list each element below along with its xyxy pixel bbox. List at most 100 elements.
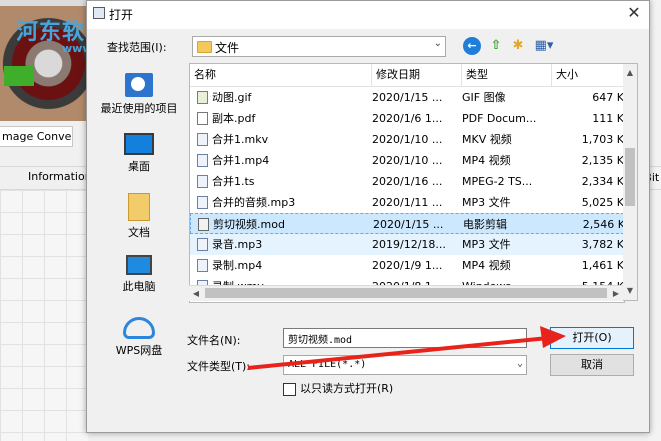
up-folder-icon[interactable]: ⇧: [487, 37, 505, 55]
file-name: 录音.mp3: [212, 238, 263, 251]
filetype-dropdown[interactable]: ALL FILE(*.*) ⌄: [283, 355, 527, 375]
place-wps-drive[interactable]: WPS网盘: [91, 317, 187, 358]
file-name: 合并1.mp4: [212, 154, 270, 167]
file-row[interactable]: 合并1.ts 2020/1/16 ... MPEG-2 TS... 2,334 K: [190, 171, 624, 192]
file-icon: [197, 112, 208, 125]
cancel-button[interactable]: 取消: [550, 354, 634, 376]
file-row[interactable]: 录音.mp3 2019/12/18... MP3 文件 3,782 K: [190, 234, 624, 255]
file-row[interactable]: 动图.gif 2020/1/15 ... GIF 图像 647 K: [190, 87, 624, 108]
place-label: 最近使用的项目: [100, 102, 178, 115]
column-name[interactable]: 名称: [190, 64, 372, 86]
file-date: 2020/1/10 ...: [372, 154, 443, 167]
file-name: 合并的音频.mp3: [212, 196, 296, 209]
horizontal-scrollbar[interactable]: ◀ ▶: [189, 285, 623, 301]
background-grid: [0, 190, 88, 441]
folder-icon: [197, 41, 212, 53]
hscroll-thumb[interactable]: [205, 288, 607, 298]
file-date: 2020/1/15 ...: [372, 91, 443, 104]
file-date: 2020/1/9 1...: [372, 259, 443, 272]
chevron-down-icon: ⌄: [433, 38, 442, 49]
scroll-up-icon[interactable]: ▲: [623, 66, 637, 80]
scroll-down-icon[interactable]: ▼: [623, 284, 637, 298]
dialog-app-icon: [93, 7, 105, 19]
lookin-label: 查找范围(I):: [107, 41, 167, 54]
file-row[interactable]: 录制.mp4 2020/1/9 1... MP4 视频 1,461 K: [190, 255, 624, 276]
file-row[interactable]: 合并1.mkv 2020/1/10 ... MKV 视频 1,703 K: [190, 129, 624, 150]
filename-input[interactable]: 剪切视频.mod: [283, 328, 527, 348]
file-icon: [197, 238, 208, 251]
file-type: MPEG-2 TS...: [462, 175, 533, 188]
file-icon: [197, 154, 208, 167]
filetype-label: 文件类型(T):: [187, 360, 251, 373]
place-label: 此电脑: [122, 280, 156, 293]
file-size: 5,025 K: [581, 196, 624, 209]
open-file-dialog: 打开 ✕ 查找范围(I): 文件 ⌄ ← ⇧ ✱ ▦▾ 最近使用的项目 桌面 文…: [86, 0, 650, 433]
information-column-label: Information: [28, 170, 92, 183]
filename-label: 文件名(N):: [187, 334, 241, 347]
file-row[interactable]: 合并的音频.mp3 2020/1/11 ... MP3 文件 5,025 K: [190, 192, 624, 213]
file-type: GIF 图像: [462, 91, 506, 104]
file-date: 2020/1/11 ...: [372, 196, 443, 209]
place-documents[interactable]: 文档: [91, 193, 187, 240]
place-label: 文档: [128, 226, 150, 239]
file-type: PDF Docum...: [462, 112, 537, 125]
file-name: 动图.gif: [212, 91, 252, 104]
place-desktop[interactable]: 桌面: [91, 133, 187, 174]
desktop-icon: [124, 133, 154, 155]
file-type: MP3 文件: [462, 238, 511, 251]
chevron-down-icon: ⌄: [516, 358, 523, 369]
file-type: MP4 视频: [462, 154, 511, 167]
file-row[interactable]: 剪切视频.mod 2020/1/15 ... 电影剪辑 2,546 K: [190, 213, 624, 234]
place-this-pc[interactable]: 此电脑: [91, 255, 187, 294]
scroll-right-icon[interactable]: ▶: [609, 286, 623, 301]
vertical-scrollbar[interactable]: ▲ ▼: [623, 63, 638, 301]
close-button[interactable]: ✕: [619, 1, 649, 25]
file-icon: [198, 218, 209, 231]
file-list-header: 名称 修改日期 类型 大小: [190, 64, 624, 87]
file-date: 2020/1/10 ...: [372, 133, 443, 146]
back-icon[interactable]: ←: [463, 37, 481, 55]
readonly-label: 以只读方式打开(R): [300, 382, 394, 395]
file-icon: [197, 259, 208, 272]
file-name: 录制.mp4: [212, 259, 263, 272]
column-date[interactable]: 修改日期: [372, 64, 462, 86]
file-type: MP3 文件: [462, 196, 511, 209]
file-size: 2,546 K: [582, 218, 625, 231]
file-name: 副本.pdf: [212, 112, 256, 125]
lookin-dropdown[interactable]: 文件 ⌄: [192, 36, 446, 57]
file-size: 2,334 K: [581, 175, 624, 188]
places-sidebar: 最近使用的项目 桌面 文档 此电脑 WPS网盘: [91, 61, 187, 369]
place-label: 桌面: [128, 160, 150, 173]
file-icon: [197, 175, 208, 188]
file-date: 2019/12/18...: [372, 238, 446, 251]
file-date: 2020/1/15 ...: [373, 218, 444, 231]
file-size: 111 K: [592, 112, 624, 125]
file-row[interactable]: 合并1.mp4 2020/1/10 ... MP4 视频 2,135 K: [190, 150, 624, 171]
scroll-left-icon[interactable]: ◀: [189, 286, 203, 301]
open-button[interactable]: 打开(O): [550, 327, 634, 349]
file-size: 2,135 K: [581, 154, 624, 167]
image-convert-tab[interactable]: mage Convert: [0, 126, 73, 147]
documents-icon: [128, 193, 150, 221]
logo-accent: [4, 66, 34, 86]
file-list[interactable]: 名称 修改日期 类型 大小 动图.gif 2020/1/15 ... GIF 图像 6…: [189, 63, 625, 303]
column-type[interactable]: 类型: [462, 64, 552, 86]
file-size: 1,461 K: [581, 259, 624, 272]
view-menu-icon[interactable]: ▦▾: [533, 37, 555, 55]
file-name: 合并1.mkv: [212, 133, 269, 146]
file-icon: [197, 133, 208, 146]
file-size: 647 K: [592, 91, 624, 104]
column-size[interactable]: 大小: [552, 64, 624, 86]
file-icon: [197, 91, 208, 104]
new-folder-icon[interactable]: ✱: [509, 37, 527, 55]
file-size: 1,703 K: [581, 133, 624, 146]
file-row[interactable]: 副本.pdf 2020/1/6 1... PDF Docum... 111 K: [190, 108, 624, 129]
file-date: 2020/1/16 ...: [372, 175, 443, 188]
scroll-thumb[interactable]: [625, 148, 635, 206]
recent-icon: [125, 73, 153, 97]
readonly-checkbox[interactable]: [283, 382, 296, 396]
dialog-titlebar: 打开 ✕: [87, 1, 649, 29]
place-recent[interactable]: 最近使用的项目: [91, 73, 187, 116]
file-icon: [197, 196, 208, 209]
readonly-option[interactable]: 以只读方式打开(R): [283, 380, 393, 396]
